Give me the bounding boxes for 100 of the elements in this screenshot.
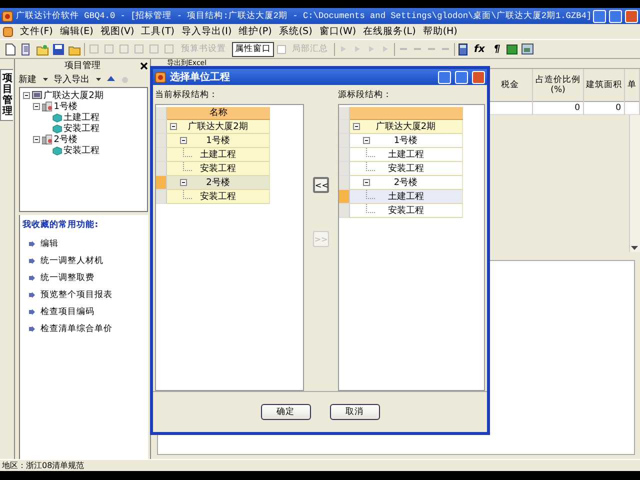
arrow-bullet-icon bbox=[28, 241, 35, 247]
tree-item[interactable]: 安装工程 bbox=[64, 122, 100, 135]
arrow-bullet-icon bbox=[28, 258, 35, 264]
dialog-button[interactable]: 确定 bbox=[260, 404, 310, 420]
tree-grid[interactable]: 广联达大厦2期 1号楼 土建工程 安装工程 2号楼 土建工程 安装工程 bbox=[338, 104, 485, 391]
menu-item[interactable]: 维护(P) bbox=[238, 25, 272, 38]
app-icon bbox=[155, 72, 166, 82]
collapse-icon[interactable] bbox=[32, 103, 40, 110]
tree-grid[interactable]: 名称 广联达大厦2期 1号楼 土建工程 安装工程 2号楼 安装工程 bbox=[155, 104, 304, 391]
row-indicator bbox=[156, 162, 167, 176]
column-header: 税金 bbox=[501, 80, 519, 90]
window-icon[interactable] bbox=[521, 43, 534, 55]
dropdown-button[interactable]: 导入导出 bbox=[54, 73, 90, 86]
corner-cell bbox=[156, 107, 167, 120]
row-indicator bbox=[338, 120, 350, 134]
tree-item[interactable]: 2号楼 bbox=[54, 133, 78, 146]
function-link[interactable]: 检查项目编码 bbox=[40, 306, 95, 318]
collapse-icon bbox=[180, 179, 187, 186]
column-header: 名称 bbox=[167, 107, 270, 120]
pane-label: 源标段结构： bbox=[338, 89, 393, 101]
toolbar-button[interactable]: fx bbox=[471, 42, 488, 56]
tree-item[interactable]: 广联达大厦2期 bbox=[44, 89, 104, 102]
close-button[interactable] bbox=[625, 10, 638, 22]
menu-item[interactable]: 帮助(H) bbox=[422, 25, 458, 38]
column-header: 单 bbox=[628, 80, 636, 90]
side-tab[interactable]: 项目管理 bbox=[0, 69, 14, 121]
arrow-bullet-icon bbox=[28, 292, 35, 298]
panel-title: 项目管理 bbox=[64, 60, 100, 72]
toolbar-button[interactable]: 属性窗口 bbox=[232, 42, 274, 56]
tree-label: 安装工程 bbox=[200, 192, 236, 202]
tree-label: 安装工程 bbox=[388, 164, 424, 174]
function-link[interactable]: 预览整个项目报表 bbox=[40, 289, 113, 301]
tree-label: 1号楼 bbox=[394, 136, 418, 146]
tree-item[interactable]: 1号楼 bbox=[54, 100, 78, 113]
maximize-button[interactable] bbox=[455, 70, 468, 84]
function-link[interactable]: 检查清单综合单价 bbox=[40, 323, 113, 335]
scroll-down-icon[interactable] bbox=[630, 244, 639, 252]
tree-item[interactable]: 土建工程 bbox=[64, 111, 100, 124]
row-indicator bbox=[338, 148, 350, 162]
tree-label: 土建工程 bbox=[200, 150, 236, 160]
computer-icon bbox=[32, 90, 42, 101]
dialog-title: 选择单位工程 bbox=[170, 70, 231, 84]
app-icon bbox=[3, 26, 13, 36]
menu-item[interactable]: 视图(V) bbox=[100, 25, 134, 38]
row-indicator bbox=[156, 134, 167, 148]
caret-icon bbox=[96, 78, 101, 82]
tree-label: 土建工程 bbox=[388, 192, 424, 202]
menu-item[interactable]: 编辑(E) bbox=[60, 25, 94, 38]
tree-label: 土建工程 bbox=[388, 150, 424, 160]
row-indicator bbox=[156, 190, 167, 204]
column-header: 占造价比例 (%) bbox=[536, 75, 580, 95]
building-icon bbox=[42, 134, 52, 145]
save-icon[interactable] bbox=[52, 42, 65, 56]
close-icon[interactable] bbox=[140, 62, 148, 70]
pane-label: 当前标段结构： bbox=[155, 89, 219, 101]
arrow-bullet-icon bbox=[28, 326, 35, 332]
function-link[interactable]: 统一调整人材机 bbox=[40, 255, 104, 267]
row-indicator bbox=[338, 204, 350, 218]
row-indicator bbox=[338, 176, 350, 190]
move-button[interactable]: << bbox=[312, 177, 329, 193]
menu-item[interactable]: 文件(F) bbox=[20, 25, 53, 38]
tree-label: 安装工程 bbox=[388, 206, 424, 216]
maximize-button[interactable] bbox=[609, 10, 622, 22]
dropdown-button[interactable]: 新建 bbox=[18, 73, 37, 86]
minimize-button[interactable] bbox=[438, 70, 451, 84]
menu-item[interactable]: 在线服务(L) bbox=[363, 25, 416, 38]
app-icon bbox=[2, 10, 13, 22]
tree-label: 广联达大厦2期 bbox=[188, 122, 248, 132]
close-button[interactable] bbox=[472, 70, 485, 84]
calculator-icon[interactable] bbox=[458, 42, 468, 56]
function-link[interactable]: 编辑 bbox=[40, 238, 59, 250]
row-indicator bbox=[338, 162, 350, 176]
status-text: 地区：浙江08清单规范 bbox=[2, 461, 84, 470]
new-document-icon[interactable] bbox=[4, 42, 17, 56]
corner-cell bbox=[338, 107, 350, 120]
toolbar-button[interactable]: ¶ bbox=[490, 42, 504, 56]
tree-label: 安装工程 bbox=[200, 164, 236, 174]
row-indicator bbox=[156, 148, 167, 162]
tree-item[interactable]: 安装工程 bbox=[64, 144, 100, 157]
window-title: 广联达计价软件 GBQ4.0 - [招标管理 - 项目结构:广联达大厦2期 - C:\Documents and Settings\glodon\桌面\广联达大厦2期1.GZB4] bbox=[16, 10, 590, 22]
building-icon bbox=[42, 101, 52, 112]
arrow-bullet-icon bbox=[28, 309, 35, 315]
menu-item[interactable]: 窗口(W) bbox=[319, 25, 356, 38]
row-indicator bbox=[338, 190, 350, 204]
row-indicator bbox=[156, 120, 167, 134]
collapse-icon[interactable] bbox=[32, 136, 40, 143]
row-indicator bbox=[338, 134, 350, 148]
dialog-button[interactable]: 取消 bbox=[330, 404, 380, 420]
collapse-icon[interactable] bbox=[22, 92, 30, 99]
tree-label: 1号楼 bbox=[206, 136, 230, 146]
section-title: 我收藏的常用功能: bbox=[22, 219, 100, 231]
checkbox-icon[interactable] bbox=[277, 44, 286, 54]
menu-item[interactable]: 导入导出(I) bbox=[181, 25, 232, 38]
row-indicator bbox=[156, 176, 167, 190]
minimize-button[interactable] bbox=[593, 10, 606, 22]
function-link[interactable]: 统一调整取费 bbox=[40, 272, 95, 284]
folder-icon[interactable] bbox=[36, 42, 49, 56]
tree-label: 2号楼 bbox=[394, 178, 418, 188]
menu-item[interactable]: 系统(S) bbox=[278, 25, 312, 38]
menu-item[interactable]: 工具(T) bbox=[141, 25, 174, 38]
